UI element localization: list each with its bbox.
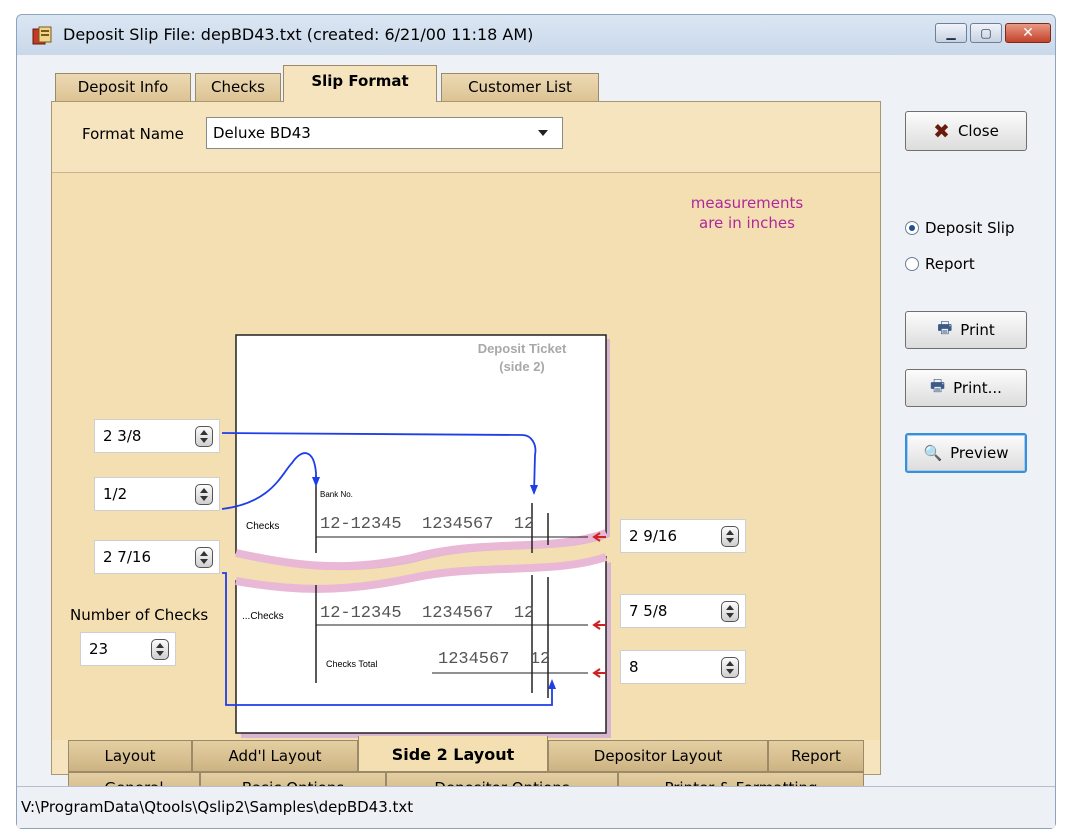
field-value: 7 5/8 (629, 602, 668, 620)
number-of-checks-field[interactable]: 23 (80, 632, 176, 666)
print-dialog-label: Print... (953, 379, 1002, 397)
app-icon (32, 26, 52, 45)
field-value: 2 3/8 (103, 427, 142, 445)
printer-icon: 🖶 (937, 317, 953, 337)
format-name-label: Format Name (82, 125, 184, 143)
app-window: Deposit Slip File: depBD43.txt (created:… (16, 14, 1056, 829)
field-value: 2 9/16 (629, 527, 677, 545)
close-icon: ✕ (1022, 25, 1034, 41)
window-controls: ▁ ▢ ✕ (935, 23, 1051, 43)
tab-side-2-layout[interactable]: Side 2 Layout (358, 736, 548, 772)
minimize-button[interactable]: ▁ (935, 23, 967, 43)
status-bar: V:\ProgramData\Qtools\Qslip2\Samples\dep… (17, 786, 1055, 828)
tab-deposit-info[interactable]: Deposit Info (55, 73, 191, 101)
offset-8-field[interactable]: 8 (620, 650, 746, 684)
print-label: Print (960, 321, 995, 339)
row2-values: 12-12345 1234567 12 (320, 604, 534, 623)
side2-layout-panel: measurements are in inches Deposit Ticke… (52, 172, 880, 740)
offset-7-5-8-field[interactable]: 7 5/8 (620, 594, 746, 628)
print-dialog-button[interactable]: 🖶 Print... (905, 369, 1027, 407)
offset-2-9-16-field[interactable]: 2 9/16 (620, 519, 746, 553)
print-button[interactable]: 🖶 Print (905, 311, 1027, 349)
tab-report[interactable]: Report (768, 740, 864, 772)
format-name-value: Deluxe BD43 (213, 124, 311, 142)
radio-unselected-icon (905, 257, 919, 271)
close-window-button[interactable]: ✕ (1005, 23, 1051, 43)
offset-2-3-8-field[interactable]: 2 3/8 (94, 419, 220, 453)
tab-addl-layout[interactable]: Add'l Layout (192, 740, 358, 772)
row1-label: Checks (246, 521, 279, 532)
printer-icon: 🖶 (930, 375, 946, 395)
radio-deposit-slip-label: Deposit Slip (925, 219, 1015, 237)
spinner-icon[interactable] (721, 657, 739, 678)
spinner-icon[interactable] (195, 484, 213, 505)
row2-label: ...Checks (242, 611, 284, 622)
field-value: 23 (89, 640, 109, 658)
client-area: Deposit Info Checks Slip Format Customer… (17, 55, 1055, 828)
close-button[interactable]: ✖ Close (905, 111, 1027, 151)
deposit-ticket-diagram: Deposit Ticket (side 2) Bank No. Checks … (221, 334, 611, 738)
field-value: 1/2 (103, 485, 128, 503)
slip-format-panel: Format Name Deluxe BD43 measurements are… (51, 101, 881, 802)
spinner-icon[interactable] (151, 639, 169, 660)
chevron-down-icon (538, 130, 548, 136)
field-value: 2 7/16 (103, 548, 151, 566)
total-label: Checks Total (326, 659, 377, 669)
radio-report-label: Report (925, 255, 975, 273)
preview-button[interactable]: 🔍 Preview (905, 433, 1027, 473)
title-bar: Deposit Slip File: depBD43.txt (created:… (17, 15, 1055, 55)
field-value: 8 (629, 658, 639, 676)
number-of-checks-label: Number of Checks (70, 606, 209, 624)
spinner-icon[interactable] (721, 601, 739, 622)
minimize-icon: ▁ (946, 26, 956, 40)
x-icon: ✖ (933, 119, 950, 143)
tab-slip-format[interactable]: Slip Format (283, 65, 437, 102)
maximize-icon: ▢ (980, 26, 992, 40)
maximize-button[interactable]: ▢ (970, 23, 1002, 43)
tab-depositor-layout[interactable]: Depositor Layout (548, 740, 768, 772)
window-title: Deposit Slip File: depBD43.txt (created:… (63, 25, 534, 44)
row1-values: 12-12345 1234567 12 (320, 515, 534, 534)
format-name-select[interactable]: Deluxe BD43 (206, 117, 563, 149)
tab-customer-list[interactable]: Customer List (441, 73, 599, 101)
ticket-subtitle: (side 2) (499, 359, 545, 374)
total-values: 1234567 12 (438, 650, 550, 669)
radio-selected-icon (905, 221, 919, 235)
offset-1-2-field[interactable]: 1/2 (94, 477, 220, 511)
spinner-icon[interactable] (721, 526, 739, 547)
preview-label: Preview (950, 444, 1009, 462)
spinner-icon[interactable] (195, 426, 213, 447)
radio-report[interactable]: Report (905, 255, 975, 273)
tab-layout[interactable]: Layout (68, 740, 192, 772)
tab-checks[interactable]: Checks (195, 73, 281, 101)
ticket-title: Deposit Ticket (478, 341, 567, 356)
magnifier-icon: 🔍 (923, 444, 943, 462)
close-label: Close (957, 122, 999, 140)
status-path: V:\ProgramData\Qtools\Qslip2\Samples\dep… (21, 798, 414, 816)
bank-no-label: Bank No. (320, 490, 353, 499)
spinner-icon[interactable] (195, 547, 213, 568)
offset-2-7-16-field[interactable]: 2 7/16 (94, 540, 220, 574)
radio-deposit-slip[interactable]: Deposit Slip (905, 219, 1015, 237)
